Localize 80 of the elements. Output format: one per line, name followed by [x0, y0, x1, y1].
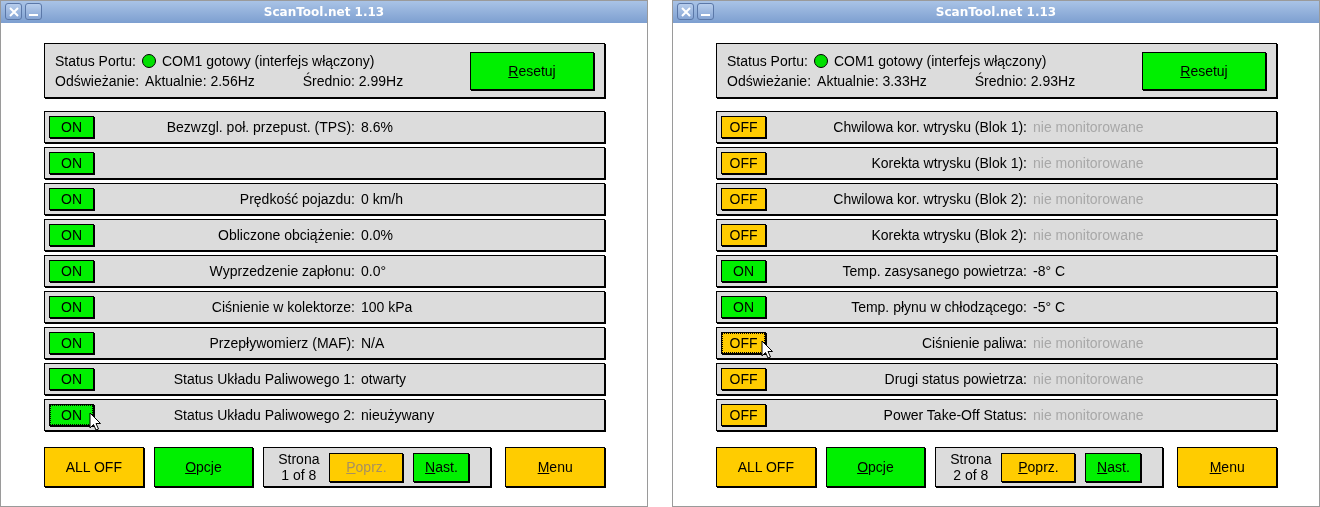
sensor-value: otwarty — [361, 371, 407, 387]
port-status: COM1 gotowy (interfejs włączony) — [161, 52, 375, 69]
sensor-value: 8.6% — [361, 119, 393, 135]
close-icon — [680, 6, 691, 17]
toggle-button[interactable]: ON — [721, 260, 766, 282]
average-rate: Średnio: 2.99Hz — [302, 72, 404, 89]
toggle-button[interactable]: OFF — [721, 332, 766, 354]
options-button[interactable]: Opcje — [153, 447, 254, 487]
sensor-label: Ciśnienie w kolektorze: — [211, 299, 355, 315]
sensor-label: Korekta wtrysku (Blok 1): — [871, 155, 1027, 171]
toggle-button[interactable]: ON — [49, 368, 94, 390]
options-button[interactable]: Opcje — [825, 447, 926, 487]
toggle-button[interactable]: OFF — [721, 404, 766, 426]
toggle-button[interactable]: ON — [721, 296, 766, 318]
sensor-value: 0.0° — [361, 263, 387, 279]
sensor-label: Drugi status powietrza: — [884, 371, 1027, 387]
toggle-button[interactable]: ON — [49, 152, 94, 174]
close-button[interactable] — [677, 3, 694, 20]
menu-button[interactable]: Menu — [505, 447, 605, 487]
sensor-label: Status Układu Paliwowego 1: — [173, 371, 355, 387]
minimize-button[interactable] — [697, 3, 714, 20]
refresh-label: Odświeżanie: — [55, 72, 140, 89]
sensor-value: 100 kPa — [361, 299, 413, 315]
next-button[interactable]: Nast. — [1085, 452, 1142, 482]
toggle-button[interactable]: ON — [49, 188, 94, 210]
all-off-button[interactable]: ALL OFF — [44, 447, 144, 487]
port-status: COM1 gotowy (interfejs włączony) — [833, 52, 1047, 69]
close-button[interactable] — [5, 3, 22, 20]
sensor-value: 0.0% — [361, 227, 393, 243]
sensor-label: Temp. zasysanego powietrza: — [842, 263, 1027, 279]
port-label: Status Portu: — [727, 52, 808, 69]
toggle-button[interactable]: OFF — [721, 368, 766, 390]
menu-button[interactable]: Menu — [1177, 447, 1277, 487]
toggle-button[interactable]: ON — [49, 224, 94, 246]
sensor-label: Temp. płynu w chłodzącego: — [851, 299, 1027, 315]
current-rate: Aktualnie: 3.33Hz — [817, 72, 927, 89]
all-off-button[interactable]: ALL OFF — [716, 447, 816, 487]
reset-button[interactable]: Resetuj — [1142, 51, 1266, 90]
port-label: Status Portu: — [55, 52, 136, 69]
page-number: 2 of 8 — [953, 467, 989, 483]
page-label: Strona — [950, 451, 992, 467]
reset-button[interactable]: Resetuj — [470, 51, 594, 90]
window-title: ScanTool.net 1.13 — [263, 5, 385, 19]
sensor-value: -5° C — [1033, 299, 1066, 315]
sensor-label: Chwilowa kor. wtrysku (Blok 1): — [833, 119, 1027, 135]
close-icon — [8, 6, 19, 17]
sensor-label: Ciśnienie paliwa: — [921, 335, 1027, 351]
sensor-value: 0 km/h — [361, 191, 403, 207]
page-label: Strona — [278, 451, 320, 467]
sensor-label: Bezwzgl. poł. przepust. (TPS): — [166, 119, 355, 135]
sensor-value: -8° C — [1033, 263, 1066, 279]
sensor-label: Obliczone obciążenie: — [218, 227, 355, 243]
toggle-button[interactable]: OFF — [721, 188, 766, 210]
sensor-label: Prędkość pojazdu: — [239, 191, 355, 207]
minimize-icon — [701, 14, 710, 16]
current-rate: Aktualnie: 2.56Hz — [145, 72, 255, 89]
toggle-button[interactable]: ON — [49, 116, 94, 138]
toggle-button[interactable]: OFF — [721, 116, 766, 138]
refresh-label: Odświeżanie: — [727, 72, 812, 89]
sensor-label: Korekta wtrysku (Blok 2): — [871, 227, 1027, 243]
sensor-value: N/A — [361, 335, 385, 351]
sensor-label: Przepływomierz (MAF): — [209, 335, 355, 351]
window-title: ScanTool.net 1.13 — [935, 5, 1057, 19]
toggle-button[interactable]: ON — [49, 296, 94, 318]
toggle-button[interactable]: ON — [49, 260, 94, 282]
toggle-button[interactable]: ON — [49, 332, 94, 354]
next-button[interactable]: Nast. — [413, 452, 470, 482]
sensor-label: Chwilowa kor. wtrysku (Blok 2): — [833, 191, 1027, 207]
average-rate: Średnio: 2.93Hz — [974, 72, 1076, 89]
minimize-button[interactable] — [25, 3, 42, 20]
minimize-icon — [29, 14, 38, 16]
sensor-label: Status Układu Paliwowego 2: — [173, 407, 355, 423]
previous-button[interactable]: Poprz. — [1001, 452, 1076, 482]
toggle-button[interactable]: OFF — [721, 152, 766, 174]
sensor-label: Power Take-Off Status: — [883, 407, 1027, 423]
toggle-button[interactable]: OFF — [721, 224, 766, 246]
toggle-button[interactable]: ON — [49, 404, 94, 426]
sensor-value: nieużywany — [361, 407, 435, 423]
sensor-label: Wyprzedzenie zapłonu: — [209, 263, 355, 279]
page-number: 1 of 8 — [281, 467, 317, 483]
